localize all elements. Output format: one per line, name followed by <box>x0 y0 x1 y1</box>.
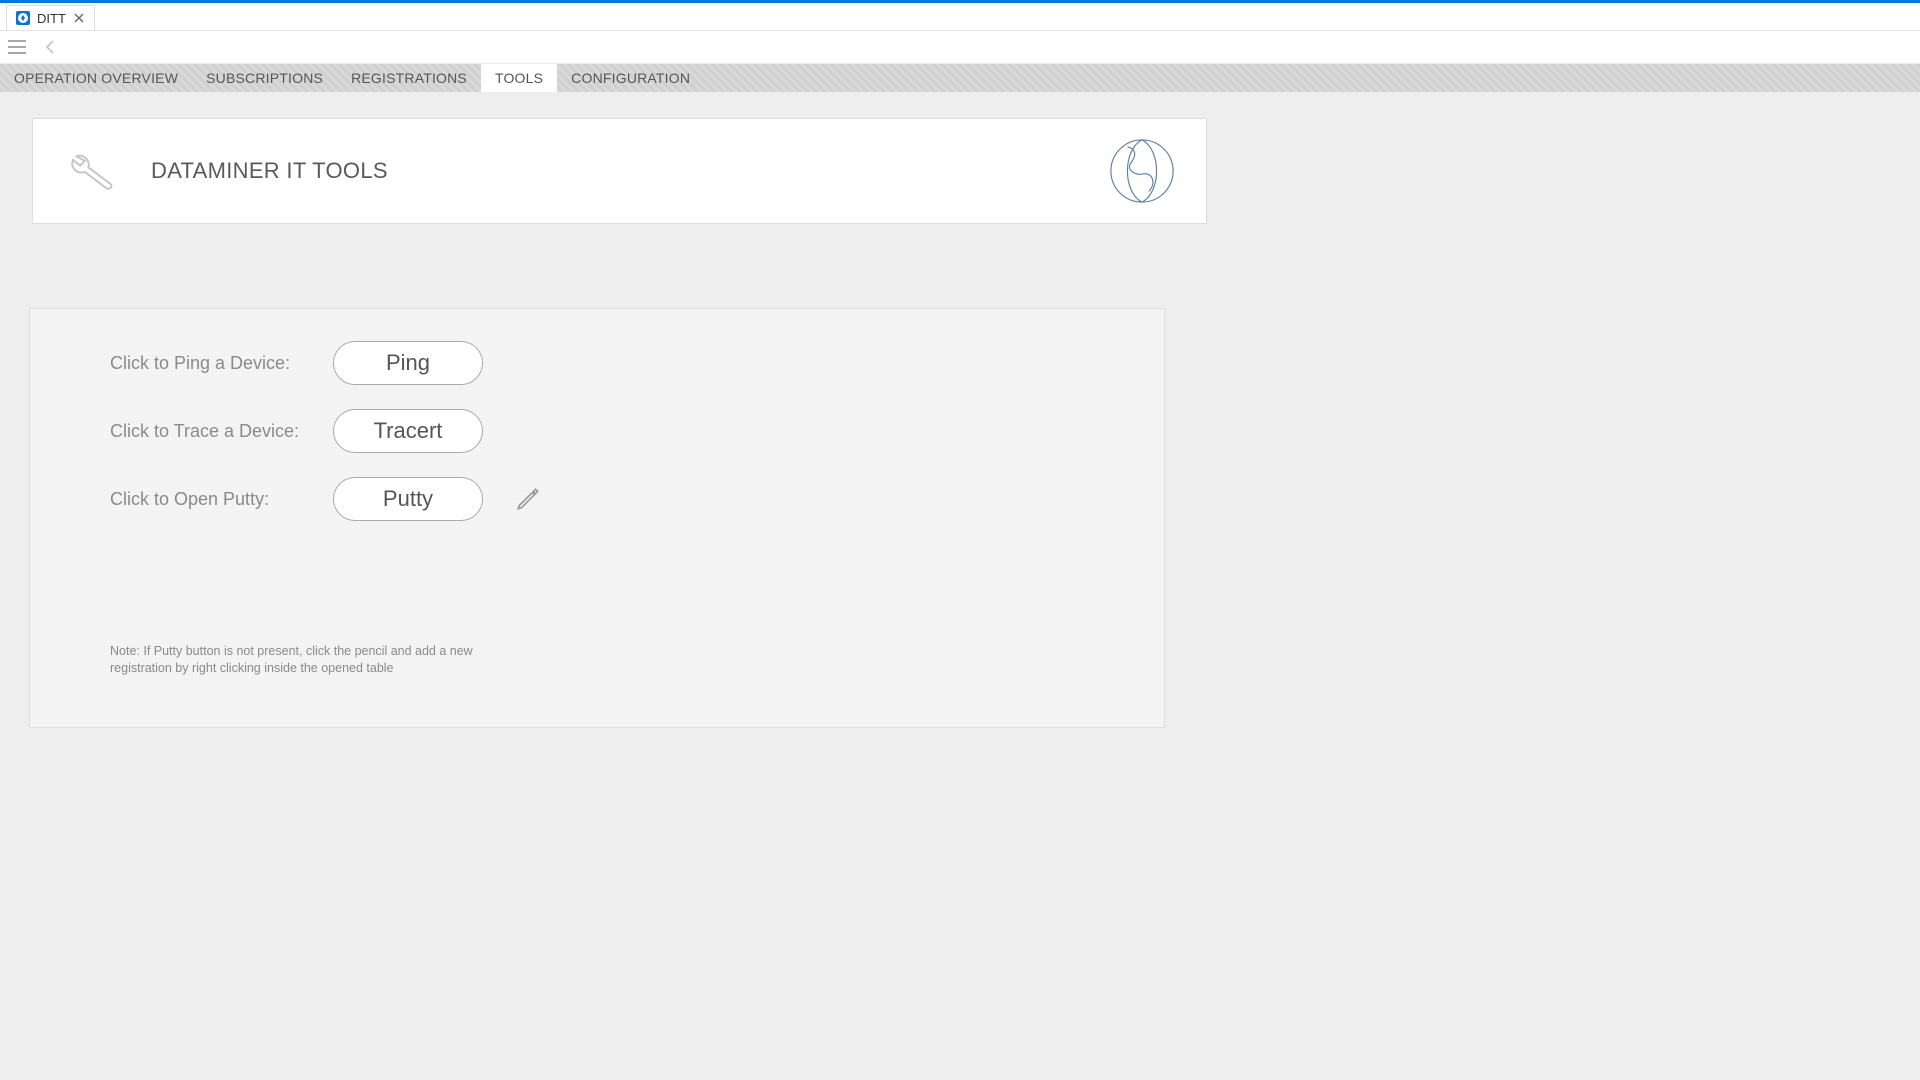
app-favicon-icon <box>15 10 31 26</box>
globe-logo-icon <box>1108 137 1176 205</box>
tool-row-tracert: Click to Trace a Device: Tracert <box>30 397 1164 465</box>
page-title: DATAMINER IT TOOLS <box>151 158 388 184</box>
nav-bar: OPERATION OVERVIEW SUBSCRIPTIONS REGISTR… <box>0 64 1920 92</box>
pencil-edit-icon[interactable] <box>515 486 541 512</box>
putty-note: Note: If Putty button is not present, cl… <box>110 643 530 677</box>
tools-panel: Click to Ping a Device: Ping Click to Tr… <box>29 308 1165 728</box>
page-header-card: DATAMINER IT TOOLS <box>32 118 1207 224</box>
page-background: DATAMINER IT TOOLS Click to Ping a Devic… <box>0 92 1920 1080</box>
close-tab-icon[interactable] <box>72 11 86 25</box>
hamburger-menu-icon[interactable] <box>6 36 28 58</box>
browser-tab[interactable]: DITT <box>6 5 95 30</box>
putty-label: Click to Open Putty: <box>110 489 305 510</box>
app-toolbar <box>0 31 1920 63</box>
nav-tab-tools[interactable]: TOOLS <box>481 64 557 92</box>
wrench-icon <box>63 149 123 193</box>
tool-row-ping: Click to Ping a Device: Ping <box>30 329 1164 397</box>
browser-tab-title: DITT <box>37 11 66 26</box>
nav-tab-configuration[interactable]: CONFIGURATION <box>557 64 704 92</box>
tracert-button[interactable]: Tracert <box>333 409 483 453</box>
tracert-label: Click to Trace a Device: <box>110 421 305 442</box>
ping-label: Click to Ping a Device: <box>110 353 305 374</box>
nav-tab-operation-overview[interactable]: OPERATION OVERVIEW <box>0 64 192 92</box>
nav-tab-subscriptions[interactable]: SUBSCRIPTIONS <box>192 64 337 92</box>
putty-button[interactable]: Putty <box>333 477 483 521</box>
tool-row-putty: Click to Open Putty: Putty <box>30 465 1164 533</box>
window-tab-strip: DITT <box>0 3 1920 31</box>
ping-button[interactable]: Ping <box>333 341 483 385</box>
back-arrow-icon[interactable] <box>40 36 62 58</box>
nav-tab-registrations[interactable]: REGISTRATIONS <box>337 64 481 92</box>
